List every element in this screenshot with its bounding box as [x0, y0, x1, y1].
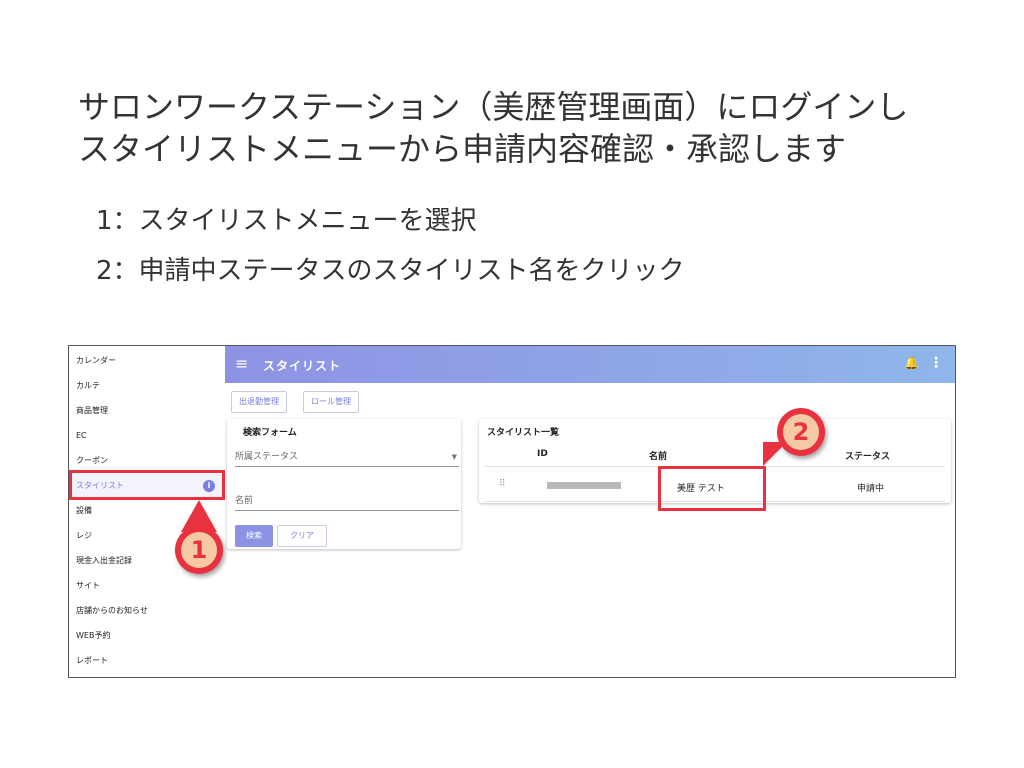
status-select[interactable]: 所属ステータス ▼ — [235, 447, 459, 467]
menu-icon[interactable]: ≡ — [235, 355, 248, 373]
sidebar-item-label: 店舗からのお知らせ — [76, 606, 148, 615]
redacted-id — [547, 482, 621, 489]
clear-button[interactable]: クリア — [277, 525, 327, 547]
page-title: スタイリスト — [263, 359, 342, 373]
sidebar-item-site[interactable]: サイト — [76, 574, 222, 598]
sidebar-item-karte[interactable]: カルテ — [76, 374, 222, 398]
sidebar-item-label: クーポン — [76, 456, 108, 465]
step-2-text: 2：申請中ステータスのスタイリスト名をクリック — [96, 256, 685, 286]
sidebar-item-label: 商品管理 — [76, 406, 108, 415]
sidebar-item-label: レポート — [76, 656, 108, 665]
role-management-button[interactable]: ロール管理 — [303, 391, 359, 413]
sidebar-item-calendar[interactable]: カレンダー — [76, 349, 222, 373]
bell-icon[interactable]: 🔔 — [904, 356, 919, 370]
slide-heading: サロンワークステーション（美歴管理画面）にログインし スタイリストメニューから申… — [78, 88, 909, 168]
callout-2-number: 2 — [783, 414, 819, 450]
sidebar-item-store-news[interactable]: 店舗からのお知らせ — [76, 599, 222, 623]
sidebar-item-web-booking[interactable]: WEB予約 — [76, 624, 222, 648]
name-input[interactable]: 名前 — [235, 491, 459, 511]
sidebar-item-label: 設備 — [76, 506, 92, 515]
name-input-placeholder: 名前 — [235, 496, 254, 506]
attendance-button[interactable]: 出退勤管理 — [231, 391, 287, 413]
highlight-stylist-menu — [69, 470, 225, 500]
app-screenshot: カレンダー カルテ 商品管理 EC クーポン スタイリスト i 設備 レジ 現金… — [68, 345, 956, 678]
stylist-list-title: スタイリスト一覧 — [487, 428, 560, 438]
stylist-status: 申請中 — [857, 484, 885, 494]
sidebar-item-ec[interactable]: EC — [76, 424, 222, 448]
more-vertical-icon[interactable]: ⋮ — [929, 355, 943, 371]
sidebar-item-report[interactable]: レポート — [76, 649, 222, 673]
callout-1-number: 1 — [181, 532, 217, 568]
search-form-card: 検索フォーム 所属ステータス ▼ 名前 検索 クリア — [227, 419, 461, 549]
sidebar-item-label: EC — [76, 431, 87, 440]
column-header-status: ステータス — [845, 452, 891, 462]
status-select-label: 所属ステータス — [235, 452, 299, 462]
callout-2-pointer — [763, 442, 787, 466]
column-header-name: 名前 — [649, 452, 668, 462]
caret-down-icon: ▼ — [451, 453, 457, 461]
step-1-text: 1：スタイリストメニューを選択 — [96, 206, 477, 236]
sidebar-item-label: WEB予約 — [76, 631, 111, 640]
sidebar-item-label: カレンダー — [76, 356, 116, 365]
sidebar-item-label: カルテ — [76, 381, 100, 390]
sidebar-item-label: サイト — [76, 581, 100, 590]
sidebar-item-label: レジ — [76, 531, 92, 540]
app-bar: ≡ スタイリスト 🔔 ⋮ — [225, 346, 955, 383]
highlight-stylist-name — [658, 466, 766, 511]
search-button[interactable]: 検索 — [235, 525, 273, 547]
sidebar-item-products[interactable]: 商品管理 — [76, 399, 222, 423]
column-header-id: ID — [537, 449, 548, 459]
drag-handle-icon[interactable]: ⠿ — [499, 479, 506, 489]
search-form-title: 検索フォーム — [243, 428, 297, 438]
callout-1: 1 — [175, 526, 223, 574]
callout-1-pointer — [181, 500, 217, 532]
sidebar-item-label: 現金入出金記録 — [76, 556, 132, 565]
